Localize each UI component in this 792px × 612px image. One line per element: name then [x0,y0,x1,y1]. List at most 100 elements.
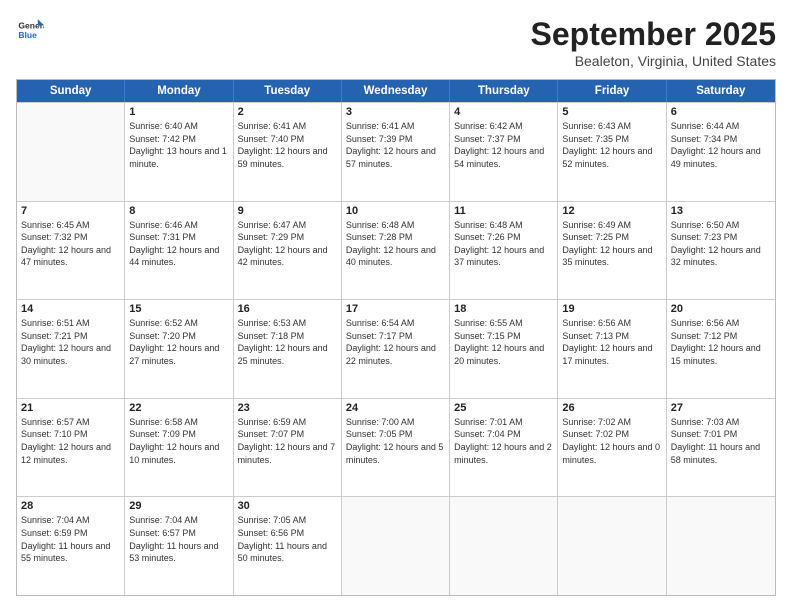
sun-info: Daylight: 12 hours and 52 minutes. [562,145,661,170]
day-number: 12 [562,205,661,217]
sun-info: Sunset: 7:20 PM [129,330,228,343]
sun-info: Sunrise: 6:40 AM [129,120,228,133]
sun-info: Sunset: 7:15 PM [454,330,553,343]
sun-info: Daylight: 11 hours and 50 minutes. [238,540,337,565]
sun-info: Daylight: 12 hours and 32 minutes. [671,244,771,269]
sun-info: Daylight: 12 hours and 40 minutes. [346,244,445,269]
sun-info: Sunrise: 6:51 AM [21,317,120,330]
sun-info: Sunrise: 6:58 AM [129,416,228,429]
sun-info: Sunrise: 6:45 AM [21,219,120,232]
sun-info: Sunset: 7:28 PM [346,231,445,244]
header-day-sunday: Sunday [17,80,125,102]
sun-info: Sunset: 7:39 PM [346,133,445,146]
day-number: 4 [454,106,553,118]
day-number: 29 [129,500,228,512]
sun-info: Sunset: 7:42 PM [129,133,228,146]
calendar-cell: 12Sunrise: 6:49 AMSunset: 7:25 PMDayligh… [558,202,666,300]
sun-info: Sunrise: 6:57 AM [21,416,120,429]
calendar-cell [558,497,666,595]
sun-info: Sunrise: 6:47 AM [238,219,337,232]
sun-info: Sunrise: 7:03 AM [671,416,771,429]
sun-info: Sunrise: 6:42 AM [454,120,553,133]
calendar: SundayMondayTuesdayWednesdayThursdayFrid… [16,79,776,596]
calendar-week-4: 21Sunrise: 6:57 AMSunset: 7:10 PMDayligh… [17,398,775,497]
sun-info: Sunset: 7:05 PM [346,428,445,441]
header-day-friday: Friday [558,80,666,102]
calendar-week-1: 1Sunrise: 6:40 AMSunset: 7:42 PMDaylight… [17,102,775,201]
calendar-cell: 4Sunrise: 6:42 AMSunset: 7:37 PMDaylight… [450,103,558,201]
header: General Blue September 2025 Bealeton, Vi… [16,16,776,69]
sun-info: Sunset: 7:02 PM [562,428,661,441]
sun-info: Sunrise: 6:46 AM [129,219,228,232]
calendar-cell: 13 Sunrise: 6:50 AMSunset: 7:23 PMDayligh… [667,202,775,300]
header-day-wednesday: Wednesday [342,80,450,102]
calendar-cell: 2Sunrise: 6:41 AMSunset: 7:40 PMDaylight… [234,103,342,201]
day-number: 24 [346,402,445,414]
sun-info: Sunrise: 6:54 AM [346,317,445,330]
day-number: 8 [129,205,228,217]
day-number: 15 [129,303,228,315]
calendar-cell: 1Sunrise: 6:40 AMSunset: 7:42 PMDaylight… [125,103,233,201]
calendar-cell [342,497,450,595]
day-number: 18 [454,303,553,315]
sun-info: Sunset: 7:34 PM [671,133,771,146]
sun-info: Sunset: 7:18 PM [238,330,337,343]
sun-info: Daylight: 12 hours and 44 minutes. [129,244,228,269]
day-number: 6 [671,106,771,118]
header-day-tuesday: Tuesday [234,80,342,102]
sun-info: Daylight: 12 hours and 0 minutes. [562,441,661,466]
header-day-monday: Monday [125,80,233,102]
day-number: 11 [454,205,553,217]
location: Bealeton, Virginia, United States [531,53,776,69]
sun-info: Sunrise: 7:00 AM [346,416,445,429]
day-number: 10 [346,205,445,217]
sun-info: Daylight: 12 hours and 42 minutes. [238,244,337,269]
sun-info: Sunset: 7:01 PM [671,428,771,441]
day-number: 17 [346,303,445,315]
header-day-saturday: Saturday [667,80,775,102]
page: General Blue September 2025 Bealeton, Vi… [0,0,792,612]
sun-info: Sunset: 7:21 PM [21,330,120,343]
sun-info: Sunset: 7:17 PM [346,330,445,343]
day-number: 22 [129,402,228,414]
sun-info: Sunrise: 6:50 AM [671,219,771,232]
calendar-cell: 14Sunrise: 6:51 AMSunset: 7:21 PMDayligh… [17,300,125,398]
sun-info: Daylight: 12 hours and 35 minutes. [562,244,661,269]
calendar-week-3: 14 Sunrise: 6:51 AMSunset: 7:21 PM Dayligh… [17,299,775,398]
sun-info: Daylight: 11 hours and 55 minutes. [21,540,120,565]
calendar-cell: 23Sunrise: 6:59 AMSunset: 7:07 PMDayligh… [234,399,342,497]
day-number: 9 [238,205,337,217]
calendar-cell: 10Sunrise: 6:48 AMSunset: 7:28 PMDayligh… [342,202,450,300]
sun-info: Daylight: 12 hours and 25 minutes. [238,342,337,367]
sun-info: Sunset: 7:23 PM [671,231,771,244]
calendar-cell: 26Sunrise: 7:02 AMSunset: 7:02 PMDayligh… [558,399,666,497]
day-number: 13 [671,205,771,217]
month-title: September 2025 [531,16,776,53]
sun-info: Daylight: 11 hours and 58 minutes. [671,441,771,466]
sun-info: Sunrise: 7:01 AM [454,416,553,429]
day-number: 20 [671,303,771,315]
sun-info: Sunset: 7:07 PM [238,428,337,441]
calendar-cell: 6Sunrise: 6:44 AMSunset: 7:34 PMDaylight… [667,103,775,201]
calendar-cell: 3Sunrise: 6:41 AMSunset: 7:39 PMDaylight… [342,103,450,201]
sun-info: Sunrise: 6:52 AM [129,317,228,330]
day-number: 21 [21,402,120,414]
sun-info: Sunset: 7:29 PM [238,231,337,244]
calendar-cell: 16Sunrise: 6:53 AMSunset: 7:18 PMDayligh… [234,300,342,398]
sun-info: Sunset: 7:12 PM [671,330,771,343]
sun-info: Daylight: 12 hours and 2 minutes. [454,441,553,466]
sun-info: Daylight: 13 hours and 1 minute. [129,145,228,170]
sun-info: Sunrise: 7:04 AM [21,514,120,527]
calendar-cell [450,497,558,595]
sun-info: Daylight: 12 hours and 15 minutes. [671,342,771,367]
svg-text:Blue: Blue [18,30,37,40]
sun-info: Sunset: 7:25 PM [562,231,661,244]
sun-info: Daylight: 12 hours and 54 minutes. [454,145,553,170]
sun-info: Sunset: 7:09 PM [129,428,228,441]
sun-info: Sunrise: 7:02 AM [562,416,661,429]
day-number: 14 [21,303,120,315]
day-number: 30 [238,500,337,512]
calendar-cell: 18Sunrise: 6:55 AMSunset: 7:15 PMDayligh… [450,300,558,398]
calendar-cell: 25Sunrise: 7:01 AMSunset: 7:04 PMDayligh… [450,399,558,497]
day-number: 2 [238,106,337,118]
